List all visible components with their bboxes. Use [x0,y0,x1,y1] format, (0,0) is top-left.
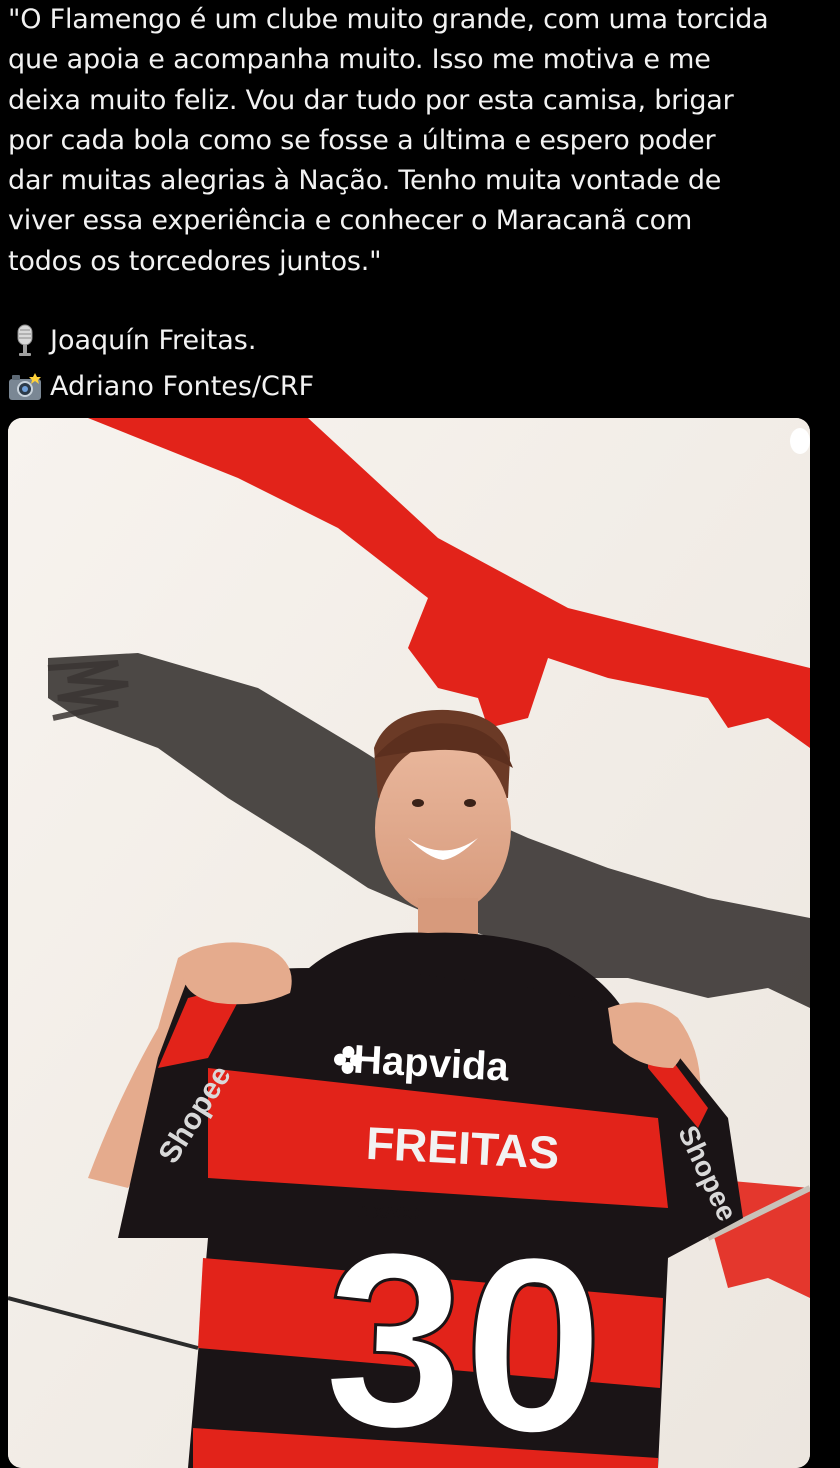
photo-credit-text: Adriano Fontes/CRF [50,371,315,402]
post-text-line: viver essa experiência e conhecer o Mara… [8,205,693,237]
jersey-sponsor-text: Hapvida [352,1038,510,1090]
photo-illustration: Hapvida FREITAS 30 TEXACO Shopee Shopee [8,418,810,1468]
microphone-icon [8,324,42,358]
photo-credit: Adriano Fontes/CRF [8,364,832,410]
post-text-line: deixa muito feliz. Vou dar tudo por esta… [8,84,734,116]
jersey-number-text: 30 [320,1198,608,1468]
post-text-line: dar muitas alegrias à Nação. Tenho muita… [8,165,722,197]
camera-flash-icon [8,370,42,404]
post-text: "O Flamengo é um clube muito grande, com… [8,0,832,282]
post-text-line: por cada bola como se fosse a última e e… [8,124,716,156]
post-text-line: "O Flamengo é um clube muito grande, com… [8,4,769,35]
credits: Joaquín Freitas. Adriano Fontes/CRF [8,318,832,410]
author-credit-text: Joaquín Freitas. [50,325,257,356]
post-photo[interactable]: Hapvida FREITAS 30 TEXACO Shopee Shopee [8,418,810,1468]
post-text-line: que apoia e acompanha muito. Isso me mot… [8,44,711,76]
number-sponsor-text: TEXACO [353,1204,420,1223]
jersey-name-text: FREITAS [365,1117,561,1179]
post-text-line: todos os torcedores juntos." [8,245,382,277]
image-corner-indicator [790,428,810,454]
author-credit: Joaquín Freitas. [8,318,832,364]
